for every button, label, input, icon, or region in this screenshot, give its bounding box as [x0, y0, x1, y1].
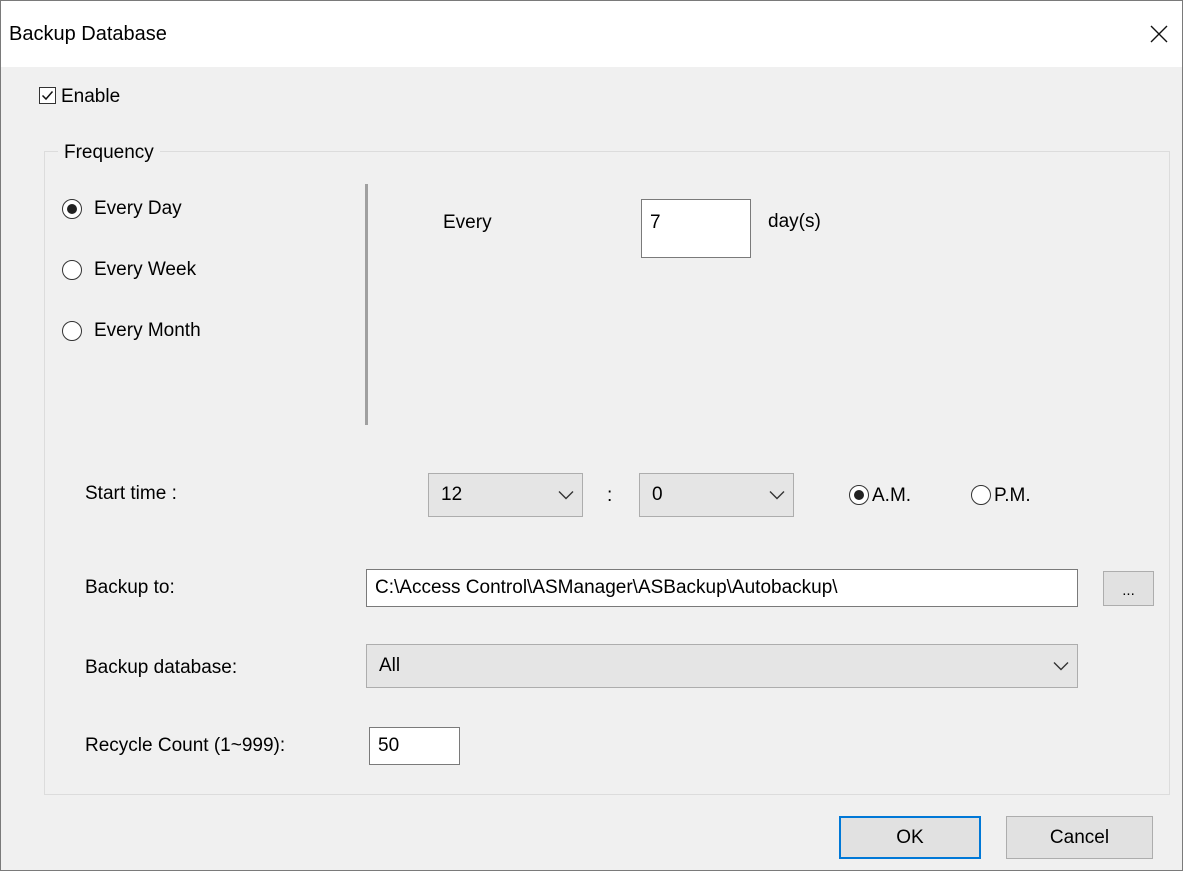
every-month-radio[interactable]	[62, 321, 82, 341]
hour-value: 12	[441, 484, 463, 505]
backup-path-value: C:\Access Control\ASManager\ASBackup\Aut…	[375, 577, 838, 598]
minute-select[interactable]: 0	[639, 473, 794, 517]
checkmark-icon	[41, 91, 54, 101]
recycle-count-value: 50	[378, 735, 400, 756]
ok-button[interactable]: OK	[839, 816, 981, 859]
pm-radio[interactable]	[971, 485, 991, 505]
recycle-count-label: Recycle Count (1~999):	[85, 735, 286, 756]
every-day-radio[interactable]	[62, 199, 82, 219]
every-week-label: Every Week	[94, 259, 197, 280]
am-label: A.M.	[872, 485, 912, 506]
frequency-divider	[365, 184, 368, 425]
recycle-count-input[interactable]: 50	[369, 727, 460, 765]
backup-path-input[interactable]: C:\Access Control\ASManager\ASBackup\Aut…	[366, 569, 1078, 607]
every-label: Every	[443, 212, 492, 233]
browse-button[interactable]: ...	[1103, 571, 1154, 606]
every-week-radio[interactable]	[62, 260, 82, 280]
frequency-groupbox	[44, 151, 1170, 795]
start-time-label: Start time :	[85, 483, 177, 504]
chevron-down-icon	[558, 491, 574, 500]
every-month-label: Every Month	[94, 320, 201, 341]
close-button[interactable]	[1136, 1, 1182, 67]
chevron-down-icon	[769, 491, 785, 500]
backup-database-value: All	[379, 655, 401, 676]
am-radio[interactable]	[849, 485, 869, 505]
pm-label: P.M.	[994, 485, 1031, 506]
backup-database-select[interactable]: All	[366, 644, 1078, 688]
backup-database-label: Backup database:	[85, 657, 238, 678]
time-separator: :	[607, 485, 613, 506]
minute-value: 0	[652, 484, 663, 505]
backup-to-label: Backup to:	[85, 577, 175, 598]
cancel-button-label: Cancel	[1049, 826, 1110, 848]
every-days-input[interactable]: 7	[641, 199, 751, 258]
every-day-label: Every Day	[94, 198, 182, 219]
days-unit-label: day(s)	[768, 211, 821, 232]
title-bar: Backup Database	[1, 1, 1182, 67]
every-days-value: 7	[650, 212, 661, 233]
close-icon	[1150, 25, 1168, 43]
hour-select[interactable]: 12	[428, 473, 583, 517]
window-title: Backup Database	[9, 23, 167, 45]
chevron-down-icon	[1053, 662, 1069, 671]
backup-database-dialog: Backup Database Enable Frequency Every D…	[0, 0, 1183, 871]
frequency-group-label: Frequency	[58, 142, 160, 164]
enable-label: Enable	[61, 86, 121, 107]
ok-button-label: OK	[896, 826, 924, 848]
enable-checkbox[interactable]	[39, 87, 56, 104]
browse-button-label: ...	[1122, 582, 1135, 599]
cancel-button[interactable]: Cancel	[1006, 816, 1153, 859]
